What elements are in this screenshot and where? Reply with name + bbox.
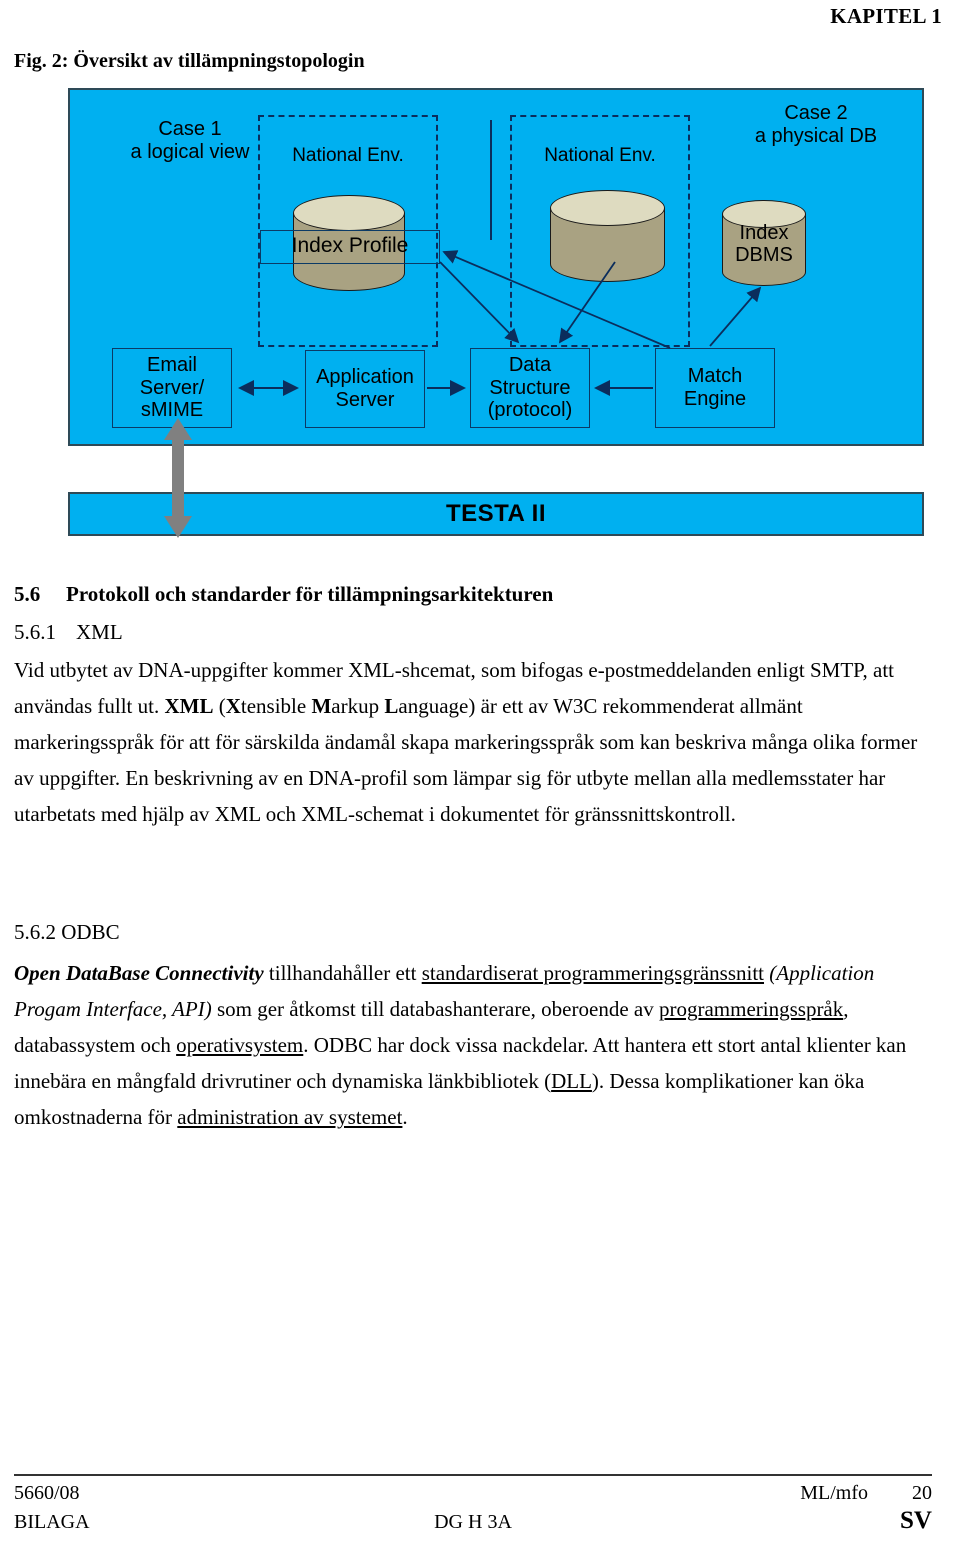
case-2-label: Case 2 a physical DB bbox=[754, 102, 878, 148]
box-data-structure: Data Structure (protocol) bbox=[470, 348, 590, 428]
odbc-text-n: . bbox=[402, 1105, 408, 1130]
odbc-text-underline-lang: programmeringsspråk bbox=[658, 997, 844, 1022]
index-profile-label: Index Profile bbox=[291, 234, 409, 257]
cylinder-top bbox=[550, 190, 665, 226]
xml-text-bold-m: M bbox=[311, 694, 332, 719]
box-application-server: Application Server bbox=[305, 350, 425, 428]
section-5-6-1-number: 5.6.1 bbox=[14, 620, 56, 644]
xml-text-bold-xml: XML bbox=[164, 694, 214, 719]
footer-dg: DG H 3A bbox=[434, 1511, 512, 1533]
national-env-label-2: National Env. bbox=[544, 145, 656, 166]
box-match-engine: Match Engine bbox=[655, 348, 775, 428]
odbc-text-underline-admin: administration av systemet bbox=[177, 1105, 403, 1130]
index-profile-box: Index Profile bbox=[260, 230, 440, 264]
xml-text-e: tensible bbox=[240, 694, 312, 719]
section-5-6-title: Protokoll och standarder för tillämpning… bbox=[66, 582, 554, 606]
case-divider-line bbox=[490, 120, 492, 240]
database-cylinder-national bbox=[550, 190, 665, 282]
odbc-text-title-italic: Open DataBase Connectivity bbox=[14, 961, 264, 985]
odbc-paragraph-wrap: Open DataBase Connectivity tillhandahåll… bbox=[14, 955, 932, 1136]
footer-row-top: 5660/08 ML/mfo 20 bbox=[14, 1482, 932, 1511]
diagram-panel: Case 1 a logical view Case 2 a physical … bbox=[68, 88, 924, 446]
footer-doc-number: 5660/08 bbox=[14, 1482, 80, 1504]
footer-divider bbox=[14, 1474, 932, 1476]
footer-page-number: 20 bbox=[912, 1482, 932, 1504]
xml-text-g: arkup bbox=[331, 694, 385, 719]
odbc-text-underline-os: operativsystem bbox=[176, 1033, 304, 1058]
testa-network-bar: TESTA II bbox=[68, 492, 924, 536]
odbc-paragraph: Open DataBase Connectivity tillhandahåll… bbox=[14, 955, 932, 1136]
arrow-matchengine-to-indexdbms bbox=[709, 286, 762, 347]
odbc-text-underline-api: standardiserat programmeringsgränssnitt bbox=[421, 961, 765, 985]
section-5-6-number: 5.6 bbox=[14, 582, 41, 606]
section-5-6-heading: 5.6 Protokoll och standarder för tillämpn… bbox=[14, 582, 932, 607]
xml-paragraph-wrap: Vid utbytet av DNA-uppgifter kommer XML-… bbox=[14, 652, 932, 833]
page-footer: 5660/08 ML/mfo 20 BILAGA DG H 3A SV bbox=[14, 1482, 932, 1540]
index-dbms-label: Index DBMS bbox=[735, 222, 793, 267]
testa-label: TESTA II bbox=[446, 500, 546, 527]
odbc-text-f: som ger åtkomst till databashanterare, o… bbox=[211, 997, 659, 1022]
box-email-server: Email Server/ sMIME bbox=[112, 348, 232, 428]
xml-text-bold-l: L bbox=[384, 694, 399, 719]
database-cylinder-index-dbms: Index DBMS bbox=[722, 200, 806, 286]
footer-row-bottom: BILAGA DG H 3A SV bbox=[14, 1507, 932, 1540]
cylinder-top bbox=[293, 195, 405, 231]
page-header-chapter: KAPITEL 1 bbox=[830, 4, 942, 28]
section-5-6-1-heading-wrap: 5.6.1 XML bbox=[14, 620, 932, 645]
footer-language: SV bbox=[900, 1507, 932, 1534]
national-env-label-1: National Env. bbox=[292, 145, 404, 166]
figure-caption: Fig. 2: Översikt av tillämpningstopologi… bbox=[14, 50, 365, 72]
section-5-6-heading-wrap: 5.6 Protokoll och standarder för tillämpn… bbox=[14, 582, 932, 607]
section-5-6-2-heading-wrap: 5.6.2 ODBC bbox=[14, 920, 932, 945]
odbc-text-underline-dll: DLL bbox=[551, 1069, 592, 1094]
arrow-indexprofile-to-datastructure bbox=[439, 261, 520, 344]
odbc-text-b: tillhandahåller ett bbox=[263, 961, 422, 985]
xml-text-bold-x: X bbox=[225, 694, 241, 719]
footer-initials: ML/mfo bbox=[800, 1482, 868, 1504]
section-5-6-1-heading: 5.6.1 XML bbox=[14, 620, 932, 645]
topology-figure: Case 1 a logical view Case 2 a physical … bbox=[68, 88, 926, 538]
xml-text-c: ( bbox=[213, 694, 226, 719]
xml-paragraph: Vid utbytet av DNA-uppgifter kommer XML-… bbox=[14, 652, 932, 833]
section-5-6-1-title: XML bbox=[76, 620, 123, 644]
section-5-6-2-heading: 5.6.2 ODBC bbox=[14, 920, 120, 944]
